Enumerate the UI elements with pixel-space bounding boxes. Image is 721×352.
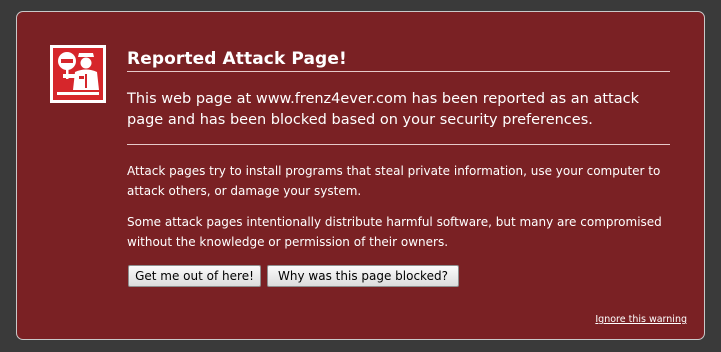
attack-explanation-text: Attack pages try to install programs tha… xyxy=(127,164,661,198)
security-officer-stop-icon xyxy=(49,44,107,104)
title-divider xyxy=(127,71,670,72)
why-blocked-button[interactable]: Why was this page blocked? xyxy=(267,265,459,287)
compromise-explanation-text: Some attack pages intentionally distribu… xyxy=(127,215,662,249)
warning-intro: This web page at www.frenz4ever.com has … xyxy=(127,91,639,128)
ignore-warning-link[interactable]: Ignore this warning xyxy=(595,314,687,325)
intro-divider xyxy=(127,144,670,145)
get-me-out-button[interactable]: Get me out of here! xyxy=(128,265,261,287)
attack-warning-panel: Reported Attack Page! This web page at w… xyxy=(16,11,705,340)
warning-title: Reported Attack Page! xyxy=(127,49,347,69)
